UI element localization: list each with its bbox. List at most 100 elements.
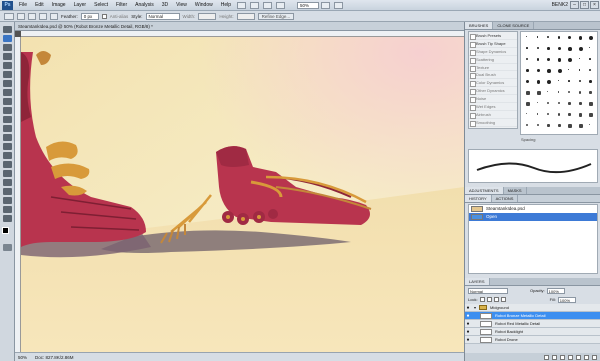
dodge-tool-icon[interactable] [3,143,12,150]
brush-tip-icon[interactable] [526,58,528,60]
brush-tip-icon[interactable] [589,124,590,125]
gradient-tool-icon[interactable] [3,125,12,132]
layer-style-icon[interactable] [552,354,557,360]
style-select[interactable]: Normal [145,12,180,20]
3d-orbit-tool-icon[interactable] [3,197,12,204]
brush-tip-icon[interactable] [557,91,559,93]
brush-tip-icon[interactable] [589,80,592,83]
path-select-tool-icon[interactable] [3,170,12,177]
brush-option-item[interactable]: Shape Dynamics [469,48,517,56]
type-tool-icon[interactable] [3,161,12,168]
subtract-selection-icon[interactable] [39,12,47,20]
lock-all-icon[interactable] [500,297,506,302]
brush-tip-icon[interactable] [589,91,592,94]
brush-tip-icon[interactable] [589,102,593,106]
brush-tip-icon[interactable] [536,102,538,103]
menu-3d[interactable]: 3D [158,2,172,8]
lasso-tool-icon[interactable] [3,44,12,51]
brush-tip-icon[interactable] [557,113,560,116]
brush-tip-icon[interactable] [536,47,539,49]
brush-tip-icon[interactable] [578,47,583,51]
brush-tip-icon[interactable] [526,113,527,114]
brush-tip-icon[interactable] [589,113,593,117]
intersect-selection-icon[interactable] [50,12,58,20]
tab-masks[interactable]: MASKS [504,187,527,194]
history-brush-tool-icon[interactable] [3,107,12,114]
brush-tip-icon[interactable] [547,58,550,61]
brush-tip-icon[interactable] [526,124,528,126]
opacity-field[interactable]: 100% [546,287,565,294]
brush-tip-icon[interactable] [547,124,550,127]
brush-tip-icon[interactable] [557,69,562,73]
brush-tip-icon[interactable] [568,80,570,82]
eye-icon[interactable]: ● [465,329,471,335]
brush-option-item[interactable]: Wet Edges [469,103,517,111]
arrange-documents-button[interactable] [321,1,331,9]
close-button[interactable]: × [590,1,599,9]
menu-layer[interactable]: Layer [70,2,91,8]
rotate-view-button[interactable] [276,1,286,9]
brush-tip-item[interactable]: Brush Tip Shape [469,40,517,48]
brush-tip-icon[interactable] [536,80,540,84]
brush-tip-icon[interactable] [557,102,560,104]
hand-tool-button[interactable] [263,1,273,9]
brush-tip-icon[interactable] [557,47,561,50]
brush-tip-icon[interactable] [589,36,593,40]
brush-tip-icon[interactable] [547,36,549,38]
brush-tip-icon[interactable] [578,124,583,128]
minimize-button[interactable]: – [570,1,579,9]
antialias-checkbox[interactable] [101,13,107,19]
brush-tool-icon[interactable] [3,89,12,96]
brush-tip-icon[interactable] [536,124,539,126]
brush-tip-icon[interactable] [557,36,560,39]
clone-stamp-tool-icon[interactable] [3,98,12,105]
brush-tip-icon[interactable] [568,58,572,62]
quick-select-tool-icon[interactable] [3,53,12,60]
refine-edge-button[interactable]: Refine Edge... [257,12,295,20]
eye-icon[interactable]: ● [465,305,471,311]
height-field[interactable] [236,12,255,20]
link-layers-icon[interactable] [544,354,549,360]
lock-transparency-icon[interactable] [479,297,485,302]
zoom-level-field[interactable]: 50% [297,1,320,9]
width-field[interactable] [198,12,217,20]
new-group-icon[interactable] [576,354,581,360]
brush-tip-icon[interactable] [578,91,581,94]
tab-clone-source[interactable]: CLONE SOURCE [493,22,535,29]
marquee-tool-icon[interactable] [3,35,12,42]
menu-file[interactable]: File [15,2,31,8]
history-state[interactable]: Open [469,213,597,221]
brush-tip-grid[interactable] [520,31,598,135]
brush-tip-icon[interactable] [536,36,538,38]
brush-option-item[interactable]: Dual Brush [469,71,517,80]
brush-presets-item[interactable]: Brush Presets [469,32,517,40]
brush-tip-icon[interactable] [589,47,590,48]
brush-tip-icon[interactable] [536,91,541,95]
brush-tip-icon[interactable] [568,36,571,39]
brush-tip-icon[interactable] [578,102,582,105]
layer-row[interactable]: ● Robot Drone [465,336,600,344]
eye-icon[interactable]: ● [465,313,471,319]
menu-select[interactable]: Select [90,2,112,8]
layer-row[interactable]: ● Robot Backlight [465,328,600,336]
brush-tip-icon[interactable] [526,47,528,49]
brush-tip-icon[interactable] [536,58,539,61]
tab-actions[interactable]: ACTIONS [492,195,519,202]
move-tool-icon[interactable] [3,26,12,33]
brush-tip-icon[interactable] [547,113,549,115]
lock-position-icon[interactable] [493,297,499,302]
brush-tip-icon[interactable] [578,80,581,82]
brush-tip-icon[interactable] [568,124,572,128]
delete-layer-icon[interactable] [592,354,597,360]
brush-tip-icon[interactable] [557,124,561,127]
brush-tip-icon[interactable] [578,69,580,71]
brush-option-item[interactable]: Other Dynamics [469,87,517,96]
menu-window[interactable]: Window [191,2,217,8]
screen-mode-button[interactable] [334,1,344,9]
maximize-button[interactable]: □ [580,1,589,9]
history-snapshot[interactable]: SteamtankIdea.psd [469,205,597,213]
tool-preset-picker[interactable] [4,12,14,20]
hand-tool-icon[interactable] [3,206,12,213]
brush-tip-icon[interactable] [568,102,571,105]
expand-triangle-icon[interactable]: ▾ [474,304,476,312]
